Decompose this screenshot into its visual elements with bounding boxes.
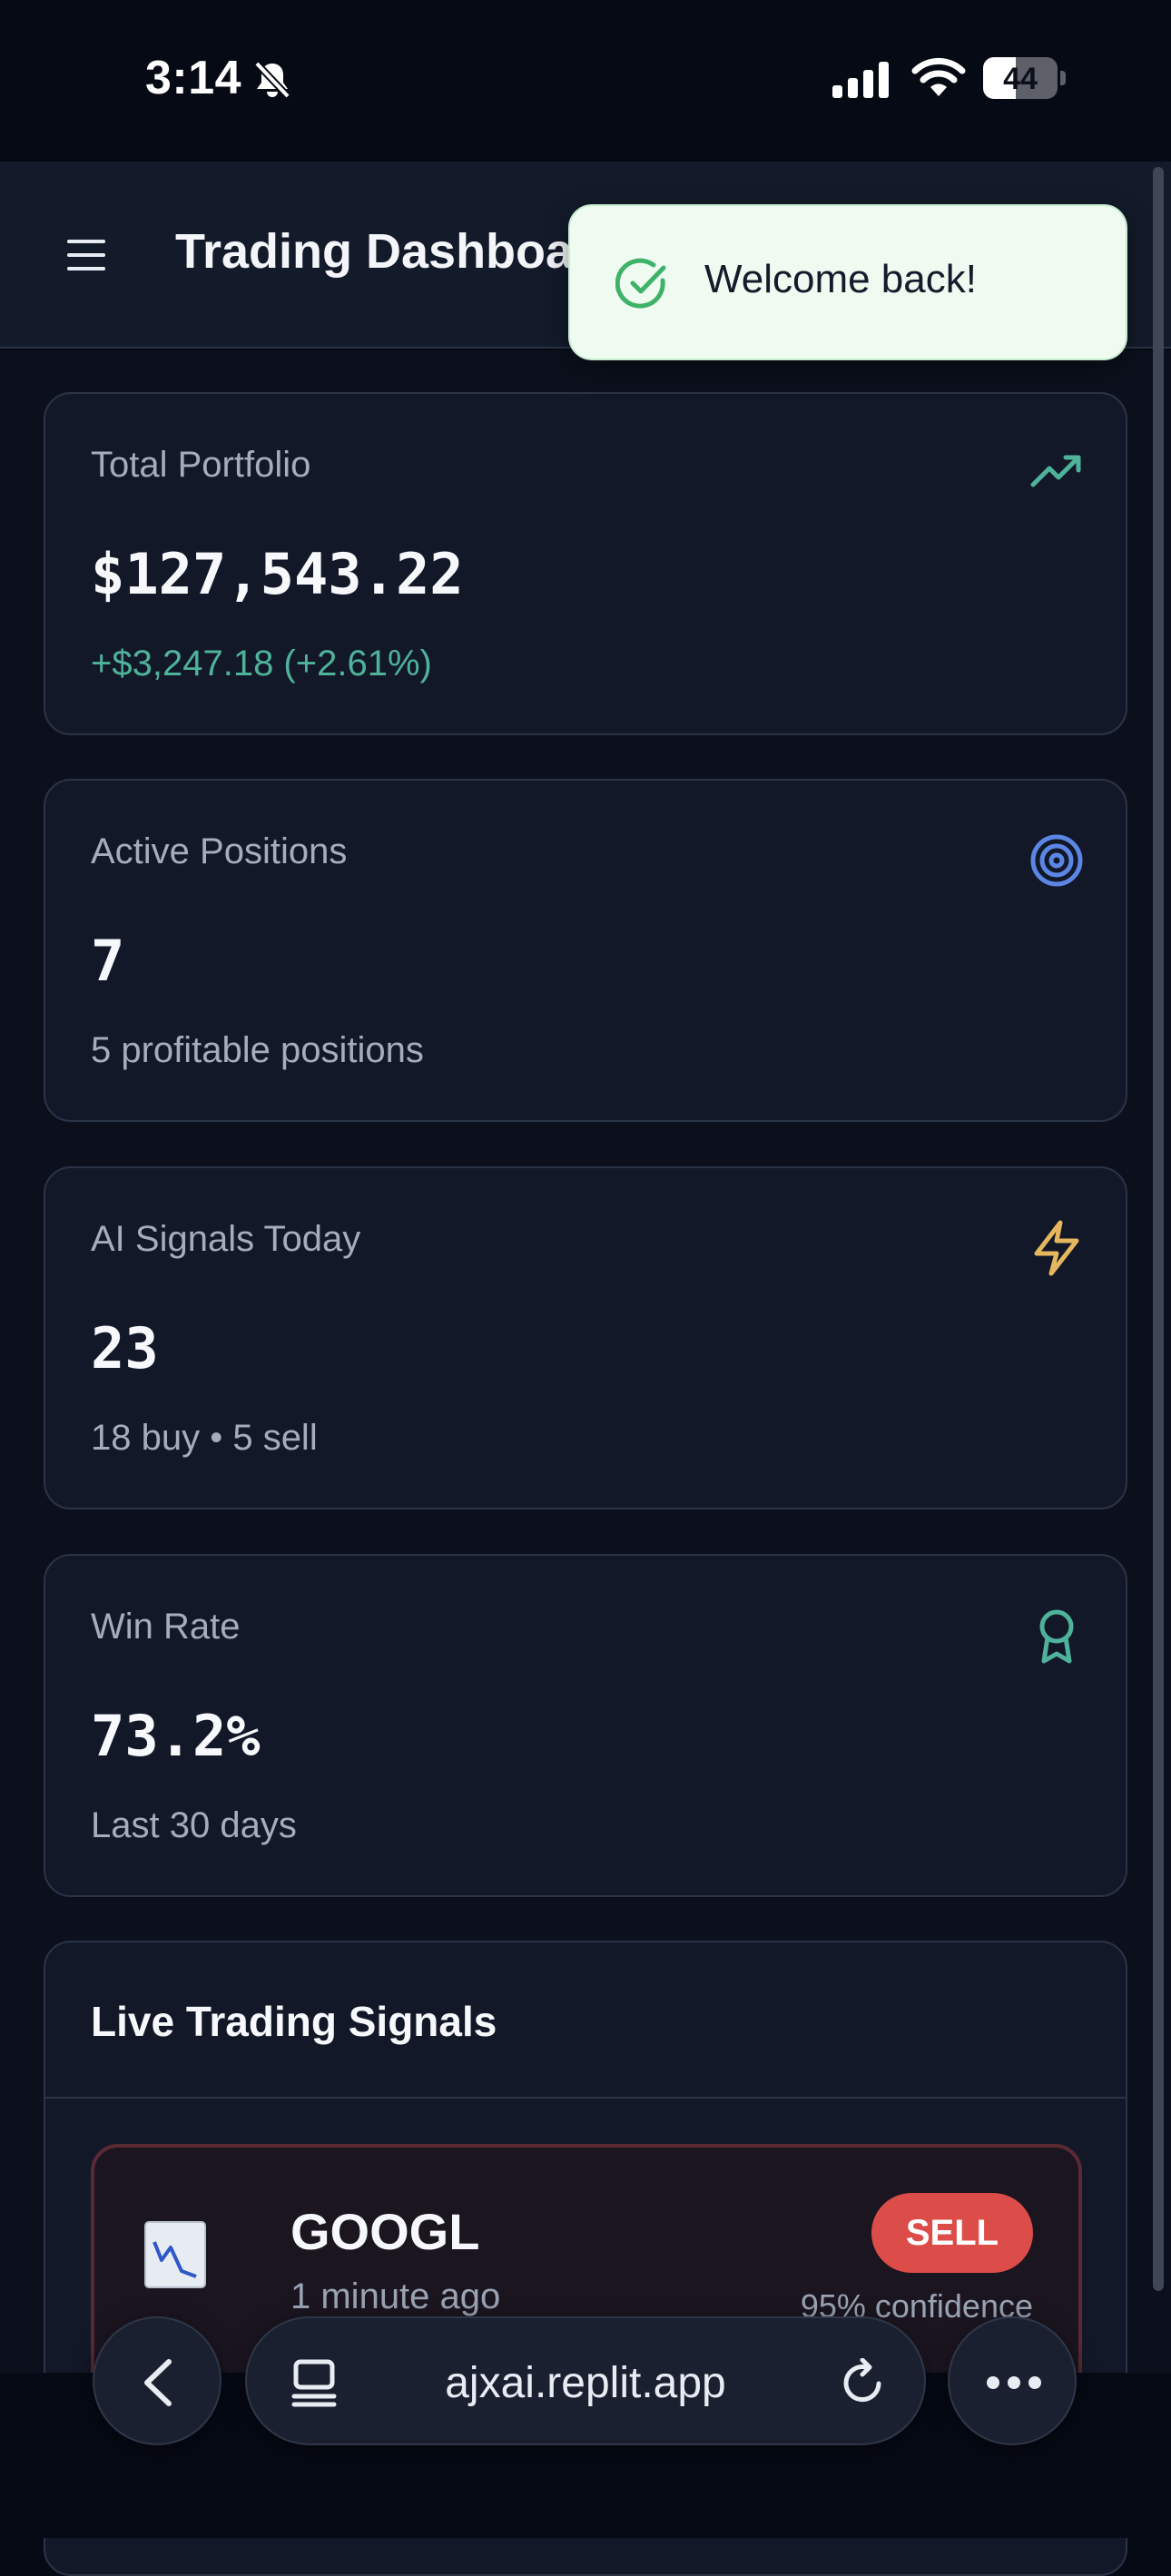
- active-positions-card[interactable]: Active Positions 7 5 profitable position…: [44, 779, 1127, 1122]
- lightning-icon: [1034, 1220, 1079, 1276]
- signals-title: Live Trading Signals: [91, 1998, 497, 2045]
- positions-value: 7: [91, 928, 125, 994]
- more-icon: [987, 2376, 1041, 2389]
- sell-badge: SELL: [871, 2193, 1033, 2273]
- page-title: Trading Dashboard: [175, 224, 623, 279]
- win-rate-card[interactable]: Win Rate 73.2% Last 30 days: [44, 1554, 1127, 1897]
- toast-message: Welcome back!: [704, 257, 977, 301]
- address-bar[interactable]: ajxai.replit.app: [245, 2316, 926, 2445]
- win-rate-sub: Last 30 days: [91, 1805, 297, 1845]
- total-portfolio-card[interactable]: Total Portfolio $127,543.22 +$3,247.18 (…: [44, 392, 1127, 735]
- portfolio-value: $127,543.22: [91, 541, 464, 607]
- trending-up-icon: [1030, 455, 1081, 487]
- welcome-toast[interactable]: Welcome back!: [568, 204, 1127, 360]
- award-icon: [1039, 1609, 1074, 1664]
- url-text[interactable]: ajxai.replit.app: [247, 2358, 924, 2408]
- target-icon: [1030, 834, 1083, 887]
- bell-slash-icon: [254, 61, 290, 99]
- portfolio-change: +$3,247.18 (+2.61%): [91, 644, 432, 683]
- back-button[interactable]: [93, 2316, 221, 2445]
- positions-sub: 5 profitable positions: [91, 1030, 424, 1070]
- card-label: Total Portfolio: [91, 445, 311, 485]
- scrollbar[interactable]: [1153, 167, 1164, 2291]
- check-circle-icon: [615, 258, 666, 309]
- signal-symbol: GOOGL: [290, 2203, 480, 2260]
- divider: [45, 2097, 1126, 2099]
- wifi-icon: [911, 57, 966, 96]
- chart-down-icon: [144, 2221, 206, 2288]
- card-label: Active Positions: [91, 831, 348, 871]
- battery-icon: 44: [983, 57, 1067, 99]
- hamburger-menu-icon[interactable]: [67, 240, 105, 270]
- status-bar: 3:14 44: [0, 0, 1171, 162]
- signal-time: 1 minute ago: [290, 2276, 501, 2316]
- back-icon: [144, 2359, 172, 2406]
- ai-signals-card[interactable]: AI Signals Today 23 18 buy • 5 sell: [44, 1166, 1127, 1509]
- signal-icon: [832, 62, 889, 98]
- reload-icon[interactable]: [839, 2358, 888, 2407]
- more-button[interactable]: [948, 2316, 1077, 2445]
- battery-level: 44: [1003, 62, 1038, 96]
- signals-value: 23: [91, 1315, 159, 1381]
- card-label: AI Signals Today: [91, 1219, 361, 1259]
- status-time: 3:14: [145, 52, 242, 104]
- card-label: Win Rate: [91, 1607, 241, 1647]
- signals-sub: 18 buy • 5 sell: [91, 1418, 318, 1458]
- win-rate-value: 73.2%: [91, 1703, 261, 1769]
